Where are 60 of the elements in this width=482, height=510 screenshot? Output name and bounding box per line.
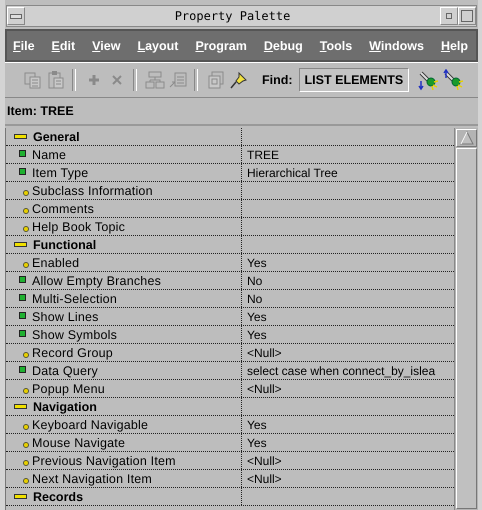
- property-name[interactable]: Subclass Information: [32, 184, 153, 198]
- property-value[interactable]: Yes: [247, 256, 267, 270]
- property-name[interactable]: Multi-Selection: [32, 292, 117, 306]
- property-value[interactable]: Yes: [247, 328, 267, 342]
- property-name[interactable]: Popup Menu: [32, 382, 105, 396]
- property-name[interactable]: Item Type: [32, 166, 88, 180]
- property-value[interactable]: TREE: [247, 148, 280, 162]
- property-name[interactable]: Help Book Topic: [32, 220, 126, 234]
- menu-item[interactable]: Program: [195, 38, 247, 52]
- find-field[interactable]: LIST ELEMENTS: [298, 68, 410, 92]
- property-value[interactable]: Yes: [247, 310, 267, 324]
- category-label[interactable]: Functional: [33, 238, 96, 252]
- window-title: Property Palette: [174, 9, 292, 23]
- property-name[interactable]: Comments: [32, 202, 94, 216]
- property-name[interactable]: Previous Navigation Item: [32, 454, 176, 468]
- category-label[interactable]: Records: [33, 490, 84, 504]
- property-value[interactable]: Hierarchical Tree: [247, 166, 338, 180]
- flashlight-icon[interactable]: [417, 69, 440, 91]
- minimize-button[interactable]: [440, 7, 458, 25]
- scrollbar[interactable]: [454, 128, 478, 510]
- pushpin-icon[interactable]: [229, 70, 249, 90]
- collapse-icon[interactable]: [14, 134, 27, 139]
- property-value[interactable]: select case when connect_by_islea: [247, 364, 436, 378]
- property-name[interactable]: Name: [32, 148, 66, 162]
- window-menu-button[interactable]: [7, 7, 25, 25]
- flashlight-icon[interactable]: [442, 69, 464, 91]
- menu-item[interactable]: Windows: [369, 38, 424, 52]
- scroll-thumb[interactable]: [456, 148, 477, 509]
- menu-item[interactable]: Debug: [264, 38, 303, 52]
- property-name[interactable]: Show Symbols: [32, 328, 118, 342]
- property-name[interactable]: Keyboard Navigable: [32, 418, 148, 432]
- collapse-icon[interactable]: [14, 494, 27, 499]
- property-name[interactable]: Enabled: [32, 256, 80, 270]
- menu-item[interactable]: Help: [440, 38, 468, 52]
- property-value[interactable]: No: [247, 274, 262, 288]
- property-value[interactable]: <Null>: [247, 454, 282, 468]
- property-name[interactable]: Allow Empty Branches: [32, 274, 162, 288]
- item-label: Item: TREE: [7, 104, 74, 118]
- property-value[interactable]: Yes: [247, 418, 267, 432]
- property-value[interactable]: <Null>: [247, 346, 282, 360]
- collapse-icon[interactable]: [14, 404, 27, 409]
- menu-item[interactable]: View: [92, 38, 120, 52]
- property-name[interactable]: Record Group: [32, 346, 113, 360]
- property-value[interactable]: <Null>: [247, 472, 282, 486]
- property-name[interactable]: Next Navigation Item: [32, 472, 152, 486]
- category-label[interactable]: General: [33, 130, 80, 144]
- category-label[interactable]: Navigation: [33, 400, 97, 414]
- maximize-button[interactable]: [458, 7, 476, 25]
- find-label: Find:: [262, 73, 293, 87]
- menu-item[interactable]: File: [13, 38, 35, 52]
- property-name[interactable]: Show Lines: [32, 310, 99, 324]
- property-value[interactable]: Yes: [247, 436, 267, 450]
- collapse-icon[interactable]: [14, 242, 27, 247]
- menu-item[interactable]: Edit: [52, 38, 76, 52]
- property-value[interactable]: <Null>: [247, 382, 282, 396]
- property-value[interactable]: No: [247, 292, 262, 306]
- property-name[interactable]: Mouse Navigate: [32, 436, 126, 450]
- menu-item[interactable]: Tools: [320, 38, 352, 52]
- menu-item[interactable]: Layout: [137, 38, 178, 52]
- property-name[interactable]: Data Query: [32, 364, 98, 378]
